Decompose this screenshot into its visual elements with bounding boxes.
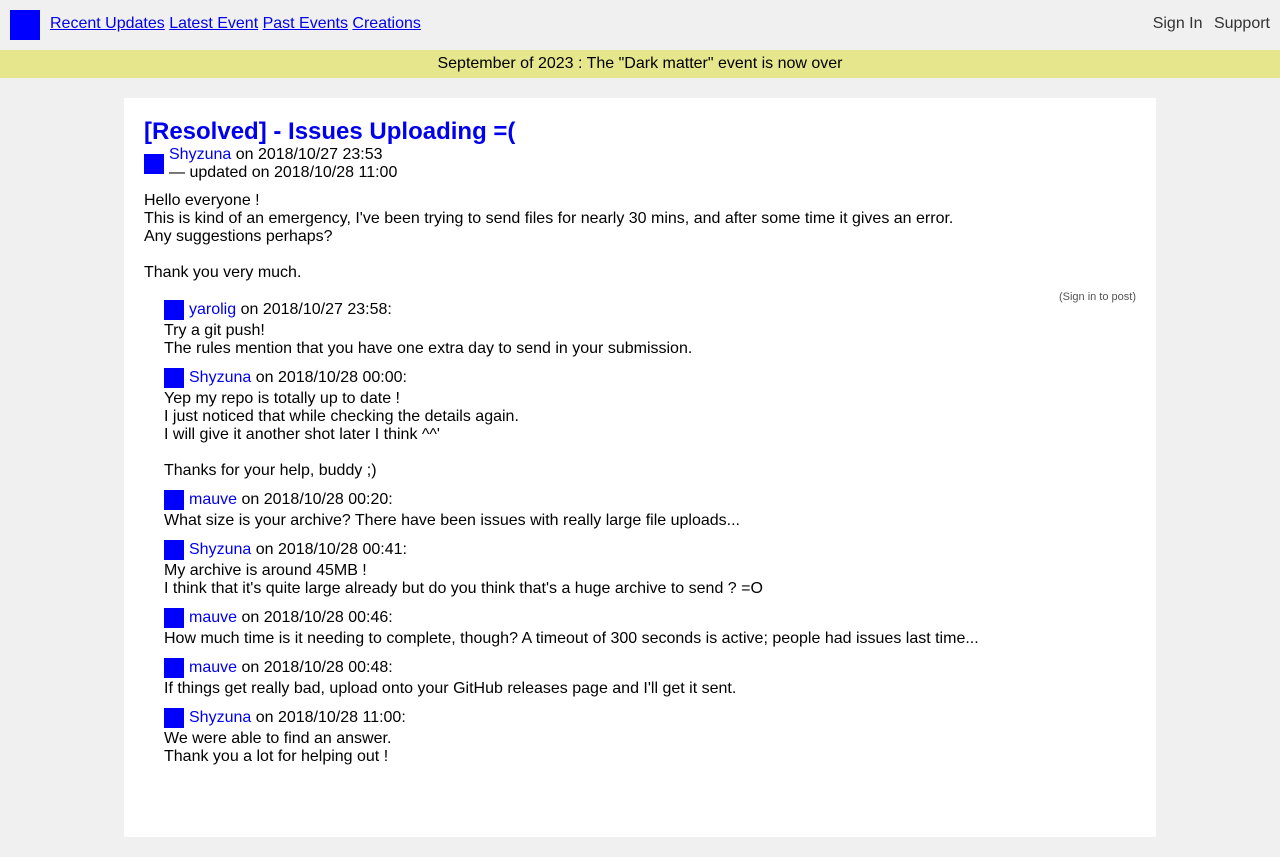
commenter-name[interactable]: Shyzuna xyxy=(189,541,251,559)
commenter-avatar xyxy=(164,540,184,560)
comment: Shyzuna on 2018/10/28 11:00: We were able… xyxy=(164,708,1136,766)
nav-past-events[interactable]: Past Events xyxy=(263,15,348,32)
comment-body: Yep my repo is totally up to date ! I jus… xyxy=(164,390,1136,480)
comment-header: Shyzuna on 2018/10/28 00:00: xyxy=(164,368,1136,388)
post-card: [Resolved] - Issues Uploading =( Shyzuna… xyxy=(124,98,1156,837)
author-avatar xyxy=(144,154,164,174)
post-meta: Shyzuna on 2018/10/27 23:53 — updated on… xyxy=(144,146,1136,182)
comment-body: My archive is around 45MB ! I think that … xyxy=(164,562,1136,598)
commenter-avatar xyxy=(164,608,184,628)
paragraph: We were able to find an answer. Thank you… xyxy=(164,730,392,765)
commenter-name[interactable]: mauve xyxy=(189,491,237,509)
comment-body: If things get really bad, upload onto yo… xyxy=(164,680,1136,698)
commenter-name[interactable]: yarolig xyxy=(189,301,236,319)
comment-header: yarolig on 2018/10/27 23:58: xyxy=(164,300,1136,320)
paragraph: My archive is around 45MB ! I think that … xyxy=(164,562,763,597)
paragraph: How much time is it needing to complete,… xyxy=(164,630,979,647)
paragraph: Try a git push! The rules mention that yo… xyxy=(164,322,693,357)
commenter-name[interactable]: mauve xyxy=(189,609,237,627)
commenter-avatar xyxy=(164,300,184,320)
paragraph: Hello everyone ! This is kind of an emerg… xyxy=(144,192,954,245)
comment-date: on 2018/10/28 00:41: xyxy=(251,541,407,558)
comment: mauve on 2018/10/28 00:46: How much time … xyxy=(164,608,1136,648)
comment-header: mauve on 2018/10/28 00:20: xyxy=(164,490,1136,510)
comment: mauve on 2018/10/28 00:48: If things get … xyxy=(164,658,1136,698)
comment-body: How much time is it needing to complete,… xyxy=(164,630,1136,648)
comment: Shyzuna on 2018/10/28 00:00: Yep my repo … xyxy=(164,368,1136,480)
comment-date: on 2018/10/28 00:20: xyxy=(237,491,393,508)
paragraph: What size is your archive? There have be… xyxy=(164,512,740,529)
comments-section: (Sign in to post) yarolig on 2018/10/27 … xyxy=(144,291,1136,766)
commenter-avatar xyxy=(164,658,184,678)
commenter-avatar xyxy=(164,708,184,728)
sign-in-link[interactable]: Sign In xyxy=(1153,15,1203,32)
comment-date: on 2018/10/28 00:46: xyxy=(237,609,393,626)
nav-recent-updates[interactable]: Recent Updates xyxy=(50,15,165,32)
comment-header: Shyzuna on 2018/10/28 11:00: xyxy=(164,708,1136,728)
comment-body: We were able to find an answer. Thank you… xyxy=(164,730,1136,766)
post-body: Hello everyone ! This is kind of an emerg… xyxy=(144,192,1136,282)
comment: yarolig on 2018/10/27 23:58: Try a git pu… xyxy=(164,300,1136,358)
comment: mauve on 2018/10/28 00:20: What size is y… xyxy=(164,490,1136,530)
site-logo[interactable] xyxy=(10,10,40,40)
commenter-avatar xyxy=(164,368,184,388)
account-nav: Sign In Support xyxy=(1146,15,1270,33)
comment-date: on 2018/10/28 11:00: xyxy=(251,709,406,726)
commenter-name[interactable]: Shyzuna xyxy=(189,709,251,727)
announcement-banner: September of 2023 : The "Dark matter" ev… xyxy=(0,50,1280,78)
comment-date: on 2018/10/27 23:58: xyxy=(236,301,392,318)
main-nav: Recent Updates Latest Event Past Events … xyxy=(50,15,421,33)
nav-creations[interactable]: Creations xyxy=(352,15,420,32)
top-bar: Recent Updates Latest Event Past Events … xyxy=(0,0,1280,50)
comment-header: mauve on 2018/10/28 00:46: xyxy=(164,608,1136,628)
paragraph: Yep my repo is totally up to date ! I jus… xyxy=(164,390,519,443)
comment: Shyzuna on 2018/10/28 00:41: My archive i… xyxy=(164,540,1136,598)
post-title: [Resolved] - Issues Uploading =( xyxy=(144,118,516,145)
post-date: on 2018/10/27 23:53 xyxy=(235,146,383,163)
comment-body: What size is your archive? There have be… xyxy=(164,512,1136,530)
sign-in-to-post-note[interactable]: (Sign in to post) xyxy=(1059,291,1136,303)
paragraph: Thank you very much. xyxy=(144,264,302,281)
nav-latest-event[interactable]: Latest Event xyxy=(169,15,258,32)
comment-date: on 2018/10/28 00:00: xyxy=(251,369,407,386)
support-link[interactable]: Support xyxy=(1214,15,1270,32)
paragraph: If things get really bad, upload onto yo… xyxy=(164,680,737,697)
comment-body: Try a git push! The rules mention that yo… xyxy=(164,322,1136,358)
post-author[interactable]: Shyzuna xyxy=(169,146,231,163)
comment-header: mauve on 2018/10/28 00:48: xyxy=(164,658,1136,678)
post-updated: — updated on 2018/10/28 11:00 xyxy=(169,164,398,181)
paragraph: Thanks for your help, buddy ;) xyxy=(164,462,377,479)
commenter-name[interactable]: Shyzuna xyxy=(189,369,251,387)
commenter-avatar xyxy=(164,490,184,510)
comment-date: on 2018/10/28 00:48: xyxy=(237,659,393,676)
commenter-name[interactable]: mauve xyxy=(189,659,237,677)
comment-header: Shyzuna on 2018/10/28 00:41: xyxy=(164,540,1136,560)
